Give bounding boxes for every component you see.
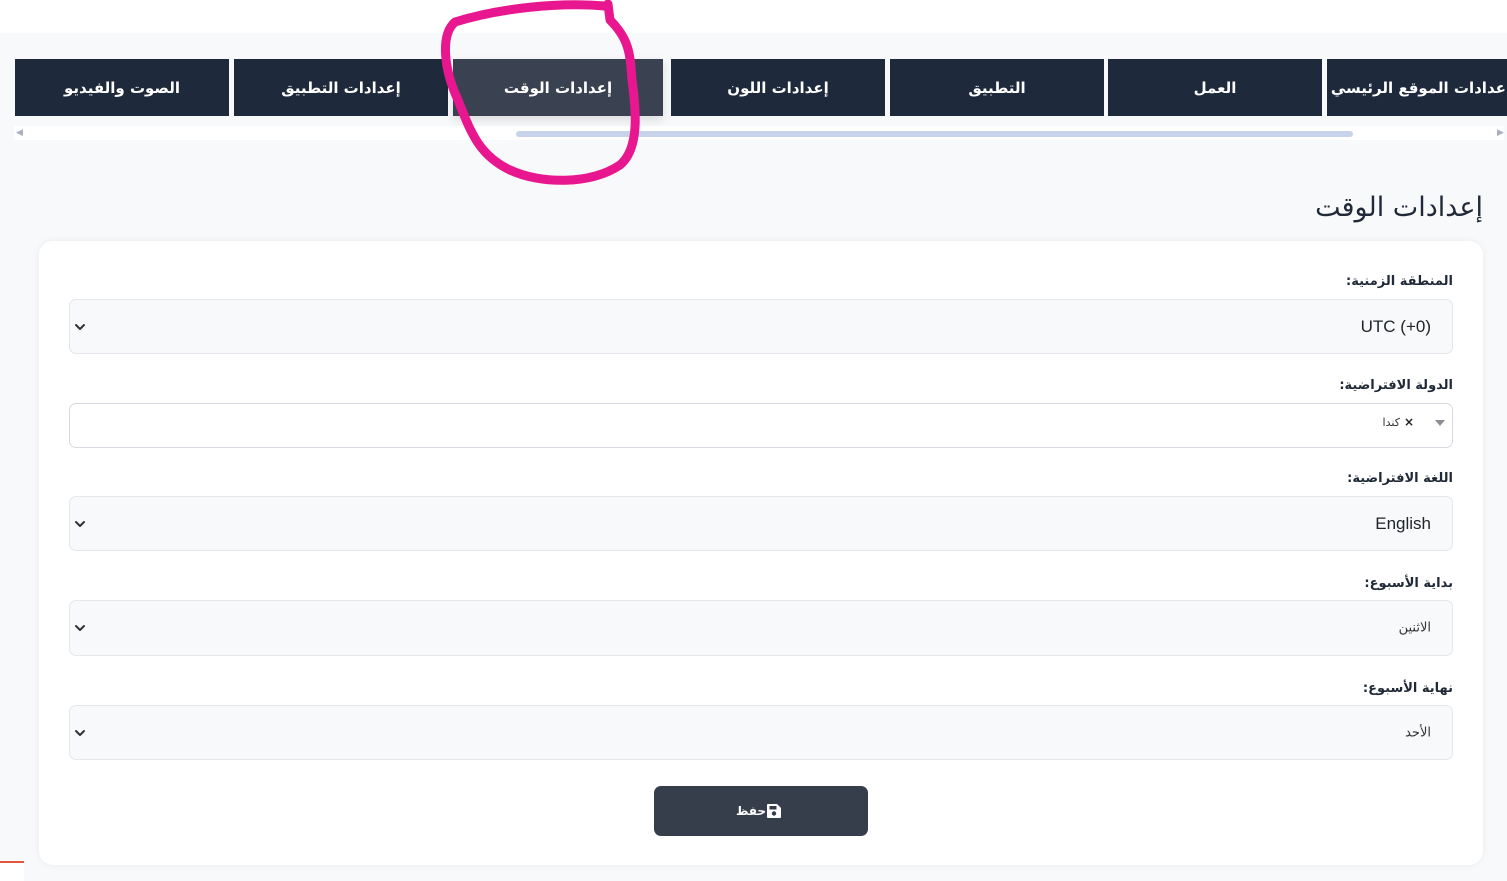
default-language-value: English [1375, 513, 1431, 533]
timezone-label: المنطقة الزمنية: [1346, 274, 1453, 289]
weekend-select[interactable]: الأحد [69, 705, 1453, 760]
page-title: إعدادات الوقت [1315, 192, 1483, 223]
tab-audio-video[interactable]: الصوت والفيديو [15, 59, 229, 116]
timezone-value: UTC (+0) [1360, 316, 1431, 336]
tab-label: إعدادات اللون [727, 78, 829, 97]
chevron-down-icon [75, 323, 85, 330]
tab-label: إعدادات الموقع الرئيسي [1330, 78, 1507, 97]
tab-label: إعدادات الوقت [503, 78, 613, 97]
default-language-label: اللغة الافتراضية: [1347, 471, 1453, 486]
week-start-label: بداية الأسبوع: [1364, 576, 1453, 591]
scroll-left-icon[interactable]: ◀ [16, 128, 23, 138]
floppy-disk-icon [767, 804, 782, 818]
save-button[interactable]: حفظ [654, 786, 868, 836]
country-tag-label: كندا [1382, 415, 1400, 429]
default-country-select[interactable]: × كندا [69, 403, 1453, 448]
weekend-label: نهاية الأسبوع: [1362, 681, 1453, 696]
remove-tag-icon[interactable]: × [1404, 415, 1414, 429]
country-tag: × كندا [1383, 415, 1414, 429]
default-language-select[interactable]: English [69, 496, 1453, 551]
weekend-value: الأحد [1405, 725, 1431, 740]
tabs-scrollbar-thumb[interactable] [516, 131, 1353, 137]
tab-time-settings[interactable]: إعدادات الوقت [453, 59, 663, 116]
default-country-label: الدولة الافتراضية: [1339, 378, 1453, 393]
tab-label: الصوت والفيديو [64, 78, 180, 97]
week-start-select[interactable]: الاثنين [69, 600, 1453, 656]
tab-app-settings[interactable]: إعدادات التطبيق [234, 59, 448, 116]
scroll-right-icon[interactable]: ▶ [1497, 128, 1504, 138]
tab-work[interactable]: العمل [1108, 59, 1322, 116]
corner-mark [0, 861, 24, 881]
tab-label: العمل [1193, 78, 1237, 97]
tab-color-settings[interactable]: إعدادات اللون [671, 59, 885, 116]
chevron-down-icon [75, 625, 85, 631]
save-button-label: حفظ [735, 804, 767, 818]
chevron-down-icon [75, 729, 85, 736]
dropdown-caret-icon[interactable] [1435, 420, 1445, 426]
chevron-down-icon [75, 520, 85, 527]
week-start-value: الاثنين [1398, 620, 1431, 636]
tab-application[interactable]: التطبيق [890, 59, 1104, 116]
tab-main-site-settings[interactable]: إعدادات الموقع الرئيسي [1327, 59, 1507, 116]
tab-label: إعدادات التطبيق [281, 78, 401, 97]
timezone-select[interactable]: UTC (+0) [69, 299, 1453, 354]
tab-label: التطبيق [968, 78, 1026, 97]
top-bar [0, 0, 1507, 33]
